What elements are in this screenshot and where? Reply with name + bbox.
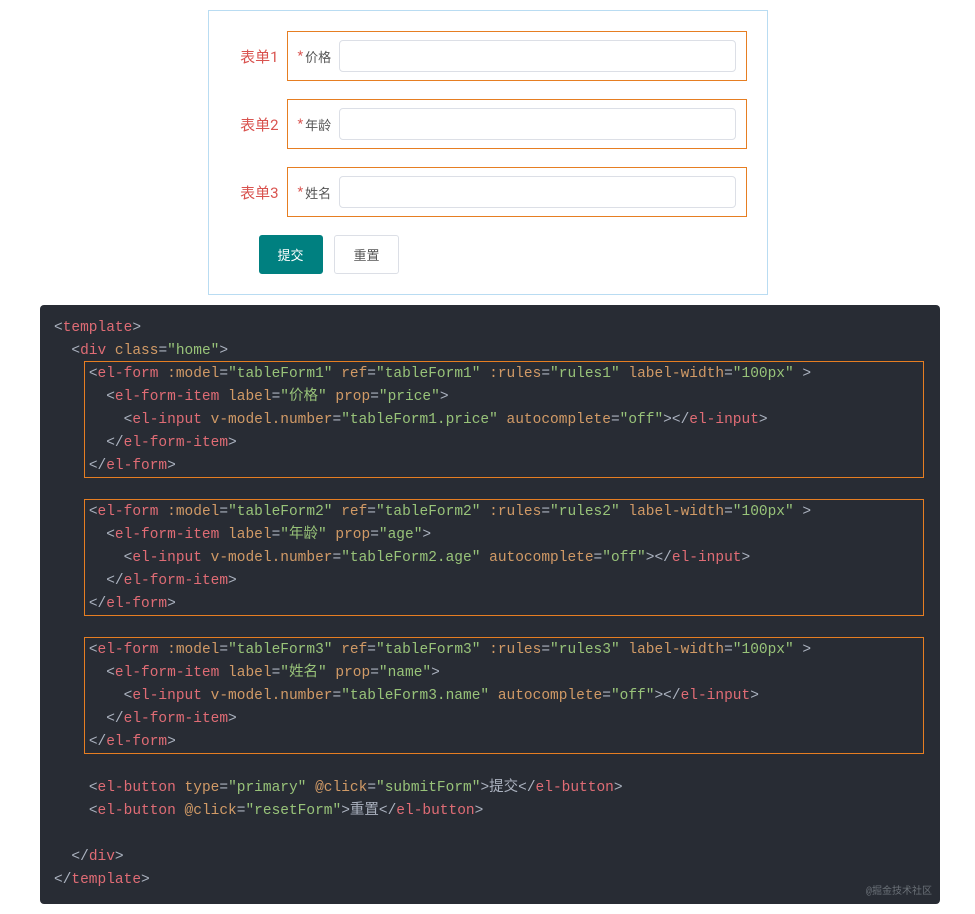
required-asterisk: * bbox=[298, 117, 304, 132]
row-label-2: 表单2 bbox=[219, 114, 279, 135]
code-block: <template> <div class="home"> <el-form :… bbox=[40, 317, 940, 892]
required-asterisk: * bbox=[298, 185, 304, 200]
watermark: @掘金技术社区 bbox=[866, 882, 932, 898]
age-input[interactable] bbox=[339, 108, 735, 140]
row-label-3: 表单3 bbox=[219, 182, 279, 203]
form-box-1: * 价格 bbox=[287, 31, 747, 81]
required-asterisk: * bbox=[298, 49, 304, 64]
reset-button[interactable]: 重置 bbox=[334, 235, 398, 274]
name-input[interactable] bbox=[339, 176, 735, 208]
code-panel: <template> <div class="home"> <el-form :… bbox=[40, 305, 940, 904]
row-label-1: 表单1 bbox=[219, 46, 279, 67]
form-box-3: * 姓名 bbox=[287, 167, 747, 217]
field-label-age: 年龄 bbox=[305, 115, 331, 134]
form-row-2: 表单2 * 年龄 bbox=[219, 99, 747, 149]
form-box-2: * 年龄 bbox=[287, 99, 747, 149]
field-label-price: 价格 bbox=[305, 47, 331, 66]
form-row-3: 表单3 * 姓名 bbox=[219, 167, 747, 217]
price-input[interactable] bbox=[339, 40, 735, 72]
field-label-name: 姓名 bbox=[305, 183, 331, 202]
form-preview-panel: 表单1 * 价格 表单2 * 年龄 表单3 * 姓名 提交 重置 bbox=[208, 10, 768, 295]
form-row-1: 表单1 * 价格 bbox=[219, 31, 747, 81]
submit-button[interactable]: 提交 bbox=[259, 235, 323, 274]
button-row: 提交 重置 bbox=[219, 235, 747, 274]
